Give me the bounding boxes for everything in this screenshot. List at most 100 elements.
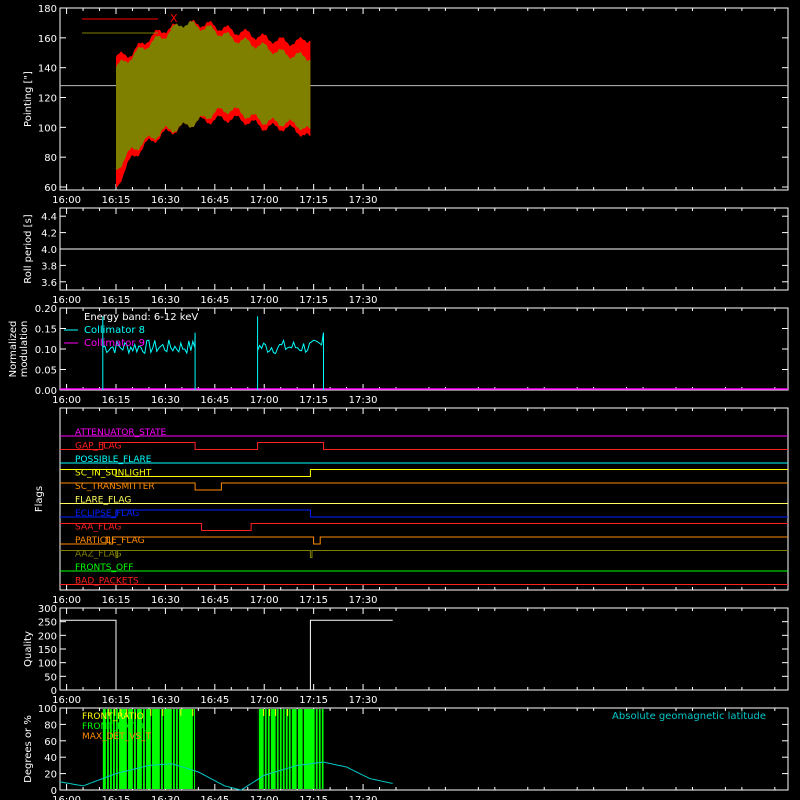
flag-label: BAD_PACKETS: [75, 577, 139, 587]
pointing-xtick-label: 16:45: [200, 195, 229, 206]
modulation-xtick-label: 17:30: [349, 395, 378, 406]
roll-period-ylabel: Roll period [s]: [23, 214, 34, 283]
flags-xtick-label: 17:00: [250, 595, 279, 606]
pointing-ytick-label: 120: [38, 94, 57, 105]
modulation-ytick-label: 0.00: [35, 386, 57, 397]
flag-label: SC_IN_SUNLIGHT: [75, 469, 152, 479]
degrees-bar-gap: [302, 709, 304, 789]
degrees-ytick-label: 0: [51, 786, 57, 797]
modulation-ylabel: modulation: [19, 321, 30, 378]
degrees-bar-gap: [287, 709, 289, 789]
degrees-bar-gap: [281, 709, 283, 789]
modulation-xtick-label: 17:15: [299, 395, 328, 406]
quality-ytick-label: 300: [38, 604, 57, 615]
degrees-bar-gap: [263, 709, 265, 789]
roll-period-xtick-label: 16:15: [102, 295, 131, 306]
degrees-bar-gap: [290, 709, 292, 789]
quality-xtick-label: 16:15: [102, 695, 131, 706]
degrees-ytick-label: 60: [44, 737, 57, 748]
quality-ytick-label: 0: [51, 686, 57, 697]
flag-label: POSSIBLE_FLARE: [75, 455, 152, 465]
quality-ytick-label: 50: [44, 672, 57, 683]
degrees-bar-gap: [296, 709, 298, 789]
quality-ylabel: Quality: [23, 631, 34, 667]
degrees-bar-gap: [257, 709, 259, 789]
modulation-xtick-label: 16:15: [102, 395, 131, 406]
degrees-xtick-label: 17:30: [349, 795, 378, 800]
flag-label: ECLIPSE_FLAG: [75, 509, 139, 519]
pointing-xtick-label: 16:15: [102, 195, 131, 206]
modulation-xtick-label: 16:45: [200, 395, 229, 406]
pointing-xtick-label: 17:00: [250, 195, 279, 206]
degrees-xtick-label: 16:15: [102, 795, 131, 800]
degrees-bar-gap: [314, 709, 316, 789]
quality-ytick-label: 150: [38, 645, 57, 656]
quality-ytick-label: 200: [38, 631, 57, 642]
degrees-bar-gap: [266, 709, 268, 789]
degrees-bar-gap: [320, 709, 322, 789]
degrees-xtick-label: 16:45: [200, 795, 229, 800]
modulation-ytick-label: 0.20: [35, 304, 57, 315]
quality-ytick-label: 100: [38, 659, 57, 670]
modulation-legend-c8-label: Collimator 8: [84, 325, 145, 336]
roll-period-xtick-label: 17:30: [349, 295, 378, 306]
pointing-ytick-label: 140: [38, 64, 57, 75]
quality-xtick-label: 17:00: [250, 695, 279, 706]
degrees-ytick-label: 20: [44, 770, 57, 781]
flags-xtick-label: 17:30: [349, 595, 378, 606]
pointing-legend-x-label: X: [170, 12, 178, 25]
flags-ylabel: Flags: [34, 486, 45, 512]
roll-period-ytick-label: 4.2: [41, 229, 57, 240]
degrees-legend-max-det: MAX_DET_VS_T: [82, 732, 152, 742]
quality-xtick-label: 16:45: [200, 695, 229, 706]
pointing-ytick-label: 60: [44, 183, 57, 194]
roll-period-ytick-label: 3.8: [41, 261, 57, 272]
degrees-xtick-label: 16:30: [151, 795, 180, 800]
degrees-bar-gap: [275, 709, 277, 789]
modulation-legend-c9-label: Collimator 9: [84, 338, 145, 349]
pointing-ylabel: Pointing ["]: [23, 71, 34, 127]
degrees-ytick-label: 40: [44, 753, 57, 764]
degrees-xtick-label: 17:15: [299, 795, 328, 800]
flags-xtick-label: 17:15: [299, 595, 328, 606]
pointing-legend-y-label: Y: [169, 26, 177, 39]
quality-ytick-label: 250: [38, 618, 57, 629]
degrees-bar-gap: [192, 709, 195, 789]
roll-period-ytick-label: 4.0: [41, 245, 57, 256]
flag-label: PARTICLE_FLAG: [75, 536, 145, 546]
pointing-xtick-label: 16:30: [151, 195, 180, 206]
pointing-ytick-label: 80: [44, 153, 57, 164]
modulation-ylabel: Normalized: [8, 321, 19, 378]
degrees-ytick-label: 80: [44, 720, 57, 731]
degrees-latitude-annotation: Absolute geomagnetic latitude: [612, 711, 766, 722]
roll-period-ytick-label: 3.6: [41, 278, 57, 289]
degrees-legend-front-ratio-alt: FRONT_RATIO_: [82, 722, 149, 732]
flags-xtick-label: 16:15: [102, 595, 131, 606]
flags-xtick-label: 16:30: [151, 595, 180, 606]
degrees-bar-gap: [144, 709, 147, 789]
degrees-bar-gap: [171, 709, 174, 789]
flag-label: SC_TRANSMITTER: [75, 482, 155, 492]
flag-label: GAP_FLAG: [75, 442, 121, 452]
roll-period-xtick-label: 17:15: [299, 295, 328, 306]
modulation-xtick-label: 16:30: [151, 395, 180, 406]
flags-xtick-label: 16:45: [200, 595, 229, 606]
modulation-ytick-label: 0.15: [35, 325, 57, 336]
quality-xtick-label: 17:30: [349, 695, 378, 706]
modulation-annotation: Energy band: 6-12 keV: [84, 312, 198, 323]
modulation-ytick-label: 0.10: [35, 345, 57, 356]
quality-xtick-label: 17:15: [299, 695, 328, 706]
roll-period-xtick-label: 16:30: [151, 295, 180, 306]
pointing-xtick-label: 16:00: [52, 195, 81, 206]
degrees-bar-gap: [177, 709, 180, 789]
pointing-xtick-label: 17:15: [299, 195, 328, 206]
pointing-ytick-label: 100: [38, 123, 57, 134]
degrees-bar-gap: [284, 709, 286, 789]
lightcurve-figure: 16:00 16:15 16:30 16:45 17:00 17:15 17:30 60 80 1…: [0, 0, 800, 800]
quality-xtick-label: 16:30: [151, 695, 180, 706]
degrees-bar-gap: [278, 709, 280, 789]
degrees-bar-gap: [162, 709, 165, 789]
degrees-ytick-label: 100: [38, 704, 57, 715]
roll-period-ytick-label: 4.4: [41, 212, 57, 223]
flag-label: FRONTS_OFF: [75, 563, 133, 573]
